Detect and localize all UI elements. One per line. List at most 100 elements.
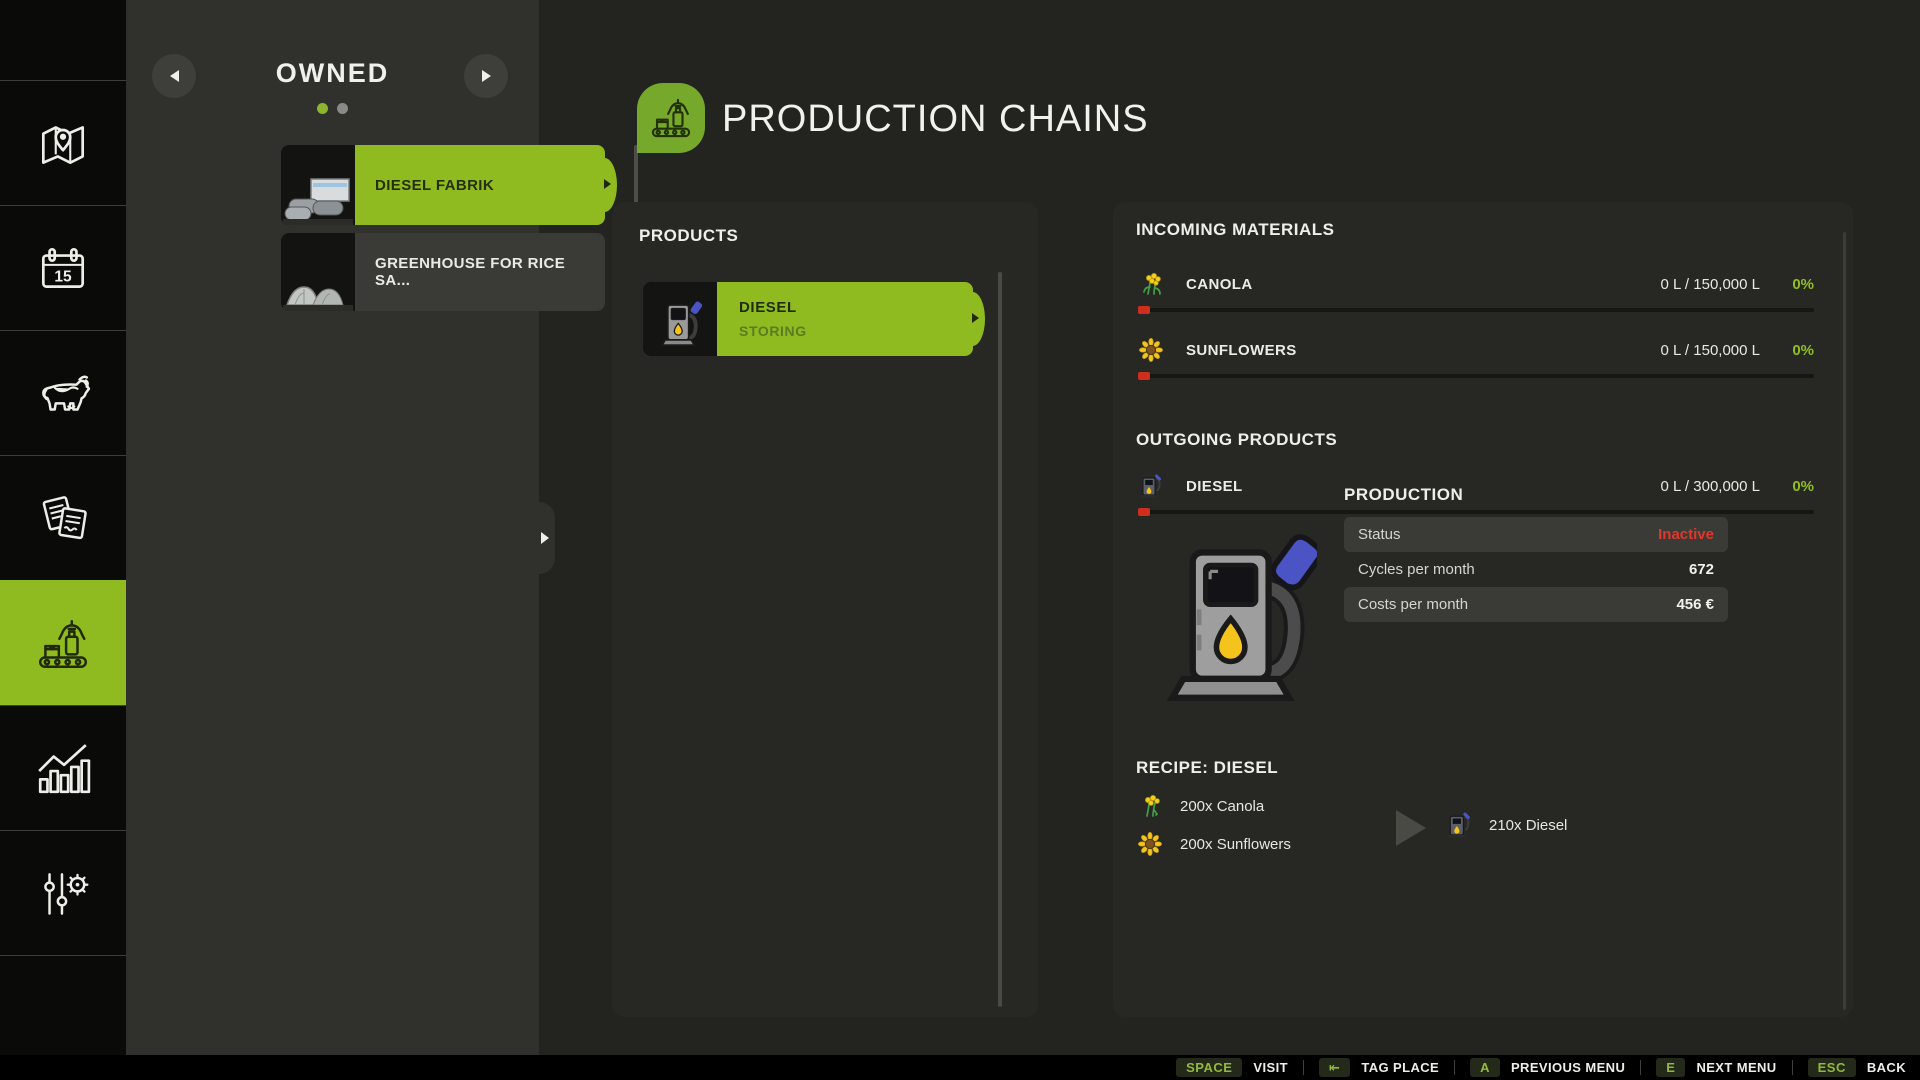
- hint-next-menu[interactable]: E NEXT MENU: [1656, 1058, 1776, 1077]
- fill-level-indicator: [1138, 306, 1150, 314]
- settings-icon: [34, 865, 92, 923]
- item-arrow-icon: [972, 313, 979, 323]
- fill-level-indicator: [1138, 372, 1150, 380]
- statistics-icon: [34, 740, 92, 798]
- table-row-costs: Costs per month 456 €: [1344, 587, 1728, 622]
- row-label: Costs per month: [1358, 596, 1468, 613]
- hint-tag-place[interactable]: ⇤ TAG PLACE: [1319, 1058, 1439, 1077]
- factory-thumbnail-icon: [283, 173, 353, 225]
- handle-arrow-icon: [541, 532, 549, 544]
- row-label: Status: [1358, 526, 1401, 543]
- recipe-arrow-icon: [1396, 810, 1426, 846]
- incoming-materials-title: INCOMING MATERIALS: [1136, 220, 1335, 240]
- sidebar-item-production-chains[interactable]: [0, 580, 126, 706]
- hint-label: PREVIOUS MENU: [1511, 1060, 1625, 1075]
- fill-level-bar: [1138, 374, 1814, 378]
- input-hint-bar: SPACE VISIT ⇤ TAG PLACE A PREVIOUS MENU …: [0, 1055, 1920, 1080]
- products-scrollbar[interactable]: [998, 272, 1002, 1007]
- sidebar-item-calendar[interactable]: 15: [0, 205, 126, 331]
- product-card-diesel[interactable]: DIESEL STORING: [643, 282, 973, 356]
- material-label: CANOLA: [1186, 276, 1253, 293]
- greenhouse-thumbnail-icon: [283, 261, 353, 311]
- cow-icon: [34, 365, 92, 423]
- material-percent: 0%: [1760, 276, 1814, 293]
- owned-panel-title: OWNED: [126, 58, 539, 89]
- products-title: PRODUCTS: [639, 226, 738, 246]
- material-amount: 0 L / 300,000 L: [1660, 478, 1760, 495]
- fuel-pump-illustration: [1157, 505, 1317, 701]
- sidebar-item-animals[interactable]: [0, 330, 126, 456]
- canola-icon: [1138, 794, 1162, 818]
- main-menu-iconbar: 15: [0, 0, 126, 1055]
- page-dot-active[interactable]: [317, 103, 328, 114]
- svg-text:15: 15: [54, 268, 72, 285]
- owned-item-greenhouse[interactable]: GREENHOUSE FOR RICE SA...: [281, 233, 605, 311]
- hint-label: VISIT: [1253, 1060, 1288, 1075]
- outgoing-products-title: OUTGOING PRODUCTS: [1136, 430, 1337, 450]
- fill-level-bar: [1138, 308, 1814, 312]
- hint-separator: [1303, 1060, 1304, 1075]
- owned-panel: OWNED DIESEL FABRIK: [126, 0, 539, 1055]
- key-tab: ⇤: [1319, 1058, 1350, 1077]
- key-a: A: [1470, 1058, 1500, 1077]
- fuel-pump-icon: [658, 292, 702, 346]
- owned-panel-collapse-handle[interactable]: [539, 502, 555, 574]
- production-chains-icon: [34, 615, 92, 673]
- product-card-bump: [960, 292, 985, 346]
- key-space: SPACE: [1176, 1058, 1242, 1077]
- page-icon-badge: [637, 83, 705, 153]
- selected-item-bump: [592, 158, 617, 212]
- sidebar-item-contracts[interactable]: [0, 455, 126, 581]
- material-amount: 0 L / 150,000 L: [1660, 276, 1760, 293]
- owned-item-thumbnail: [281, 233, 355, 311]
- page-title: PRODUCTION CHAINS: [722, 98, 1149, 141]
- table-row-status: Status Inactive: [1344, 517, 1728, 552]
- hint-separator: [1454, 1060, 1455, 1075]
- product-status: STORING: [739, 323, 973, 339]
- recipe-title: RECIPE: DIESEL: [1136, 758, 1278, 778]
- hint-back[interactable]: ESC BACK: [1808, 1058, 1906, 1077]
- hint-separator: [1640, 1060, 1641, 1075]
- key-esc: ESC: [1808, 1058, 1856, 1077]
- owned-item-label: DIESEL FABRIK: [355, 177, 494, 194]
- material-label: SUNFLOWERS: [1186, 342, 1297, 359]
- owned-item-diesel-fabrik[interactable]: DIESEL FABRIK: [281, 145, 605, 225]
- recipe-input-canola: 200x Canola: [1138, 794, 1264, 818]
- sunflower-icon: [1138, 832, 1162, 856]
- hint-label: TAG PLACE: [1361, 1060, 1439, 1075]
- contracts-icon: [34, 490, 92, 548]
- sidebar-item-map[interactable]: [0, 80, 126, 206]
- production-details-panel: INCOMING MATERIALS CANOLA 0 L / 150,000 …: [1113, 202, 1853, 1017]
- material-row-sunflowers: SUNFLOWERS 0 L / 150,000 L 0%: [1138, 330, 1814, 378]
- material-amount: 0 L / 150,000 L: [1660, 342, 1760, 359]
- recipe-input-sunflowers: 200x Sunflowers: [1138, 832, 1291, 856]
- map-icon: [34, 115, 92, 173]
- sidebar-item-statistics[interactable]: [0, 705, 126, 831]
- recipe-output-label: 210x Diesel: [1489, 817, 1567, 834]
- product-name: DIESEL: [739, 299, 973, 316]
- fill-level-indicator: [1138, 508, 1150, 516]
- production-title: PRODUCTION: [1344, 485, 1463, 505]
- material-label: DIESEL: [1186, 478, 1243, 495]
- status-value: Inactive: [1658, 526, 1714, 543]
- sidebar-item-settings[interactable]: [0, 830, 126, 956]
- production-table: Status Inactive Cycles per month 672 Cos…: [1344, 517, 1728, 622]
- costs-value: 456 €: [1676, 596, 1714, 613]
- hint-visit[interactable]: SPACE VISIT: [1176, 1058, 1288, 1077]
- page-dot-inactive[interactable]: [337, 103, 348, 114]
- material-percent: 0%: [1760, 342, 1814, 359]
- owned-item-thumbnail: [281, 145, 355, 225]
- hint-previous-menu[interactable]: A PREVIOUS MENU: [1470, 1058, 1625, 1077]
- hint-label: BACK: [1867, 1060, 1906, 1075]
- cycles-value: 672: [1689, 561, 1714, 578]
- recipe-input-label: 200x Sunflowers: [1180, 836, 1291, 853]
- sunflower-icon: [1138, 338, 1164, 362]
- canola-icon: [1138, 272, 1164, 296]
- row-label: Cycles per month: [1358, 561, 1475, 578]
- diesel-pump-icon: [1447, 812, 1471, 838]
- details-scrollbar[interactable]: [1843, 232, 1846, 1010]
- material-row-canola: CANOLA 0 L / 150,000 L 0%: [1138, 264, 1814, 312]
- calendar-icon: 15: [34, 240, 92, 298]
- item-arrow-icon: [604, 179, 611, 189]
- material-percent: 0%: [1760, 478, 1814, 495]
